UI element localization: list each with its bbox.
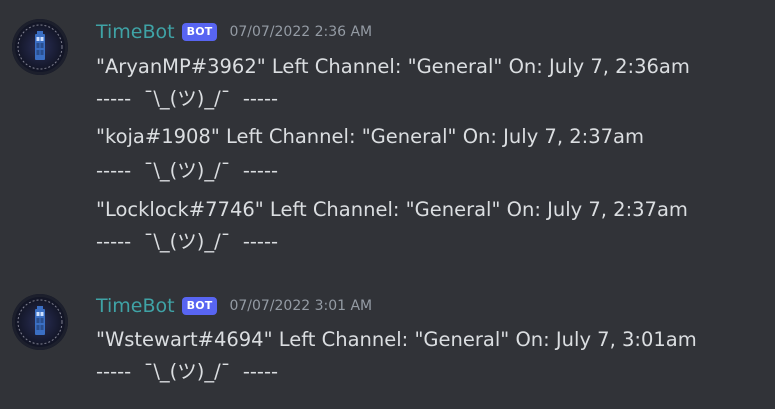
message-line: ----- ¯\_(ツ)_/¯ ----- — [96, 360, 279, 383]
timestamp[interactable]: 07/07/2022 3:01 AM — [229, 298, 372, 314]
bot-badge: BOT — [181, 23, 218, 41]
message-line: ----- ¯\_(ツ)_/¯ ----- — [96, 159, 279, 182]
message-line: "Wstewart#4694" Left Channel: "General" … — [96, 328, 697, 351]
author-name[interactable]: TimeBot — [96, 21, 175, 43]
message-line: ----- ¯\_(ツ)_/¯ ----- — [96, 230, 279, 253]
message-line: "Locklock#7746" Left Channel: "General" … — [96, 198, 688, 221]
tardis-avatar-icon[interactable] — [12, 294, 68, 350]
bot-badge: BOT — [181, 297, 218, 315]
message-line: "koja#1908" Left Channel: "General" On: … — [96, 125, 644, 148]
author-name[interactable]: TimeBot — [96, 295, 175, 317]
message-line: "AryanMP#3962" Left Channel: "General" O… — [96, 55, 690, 78]
tardis-avatar-icon[interactable] — [12, 19, 68, 75]
message-line: ----- ¯\_(ツ)_/¯ ----- — [96, 87, 279, 110]
timestamp[interactable]: 07/07/2022 2:36 AM — [229, 24, 372, 40]
